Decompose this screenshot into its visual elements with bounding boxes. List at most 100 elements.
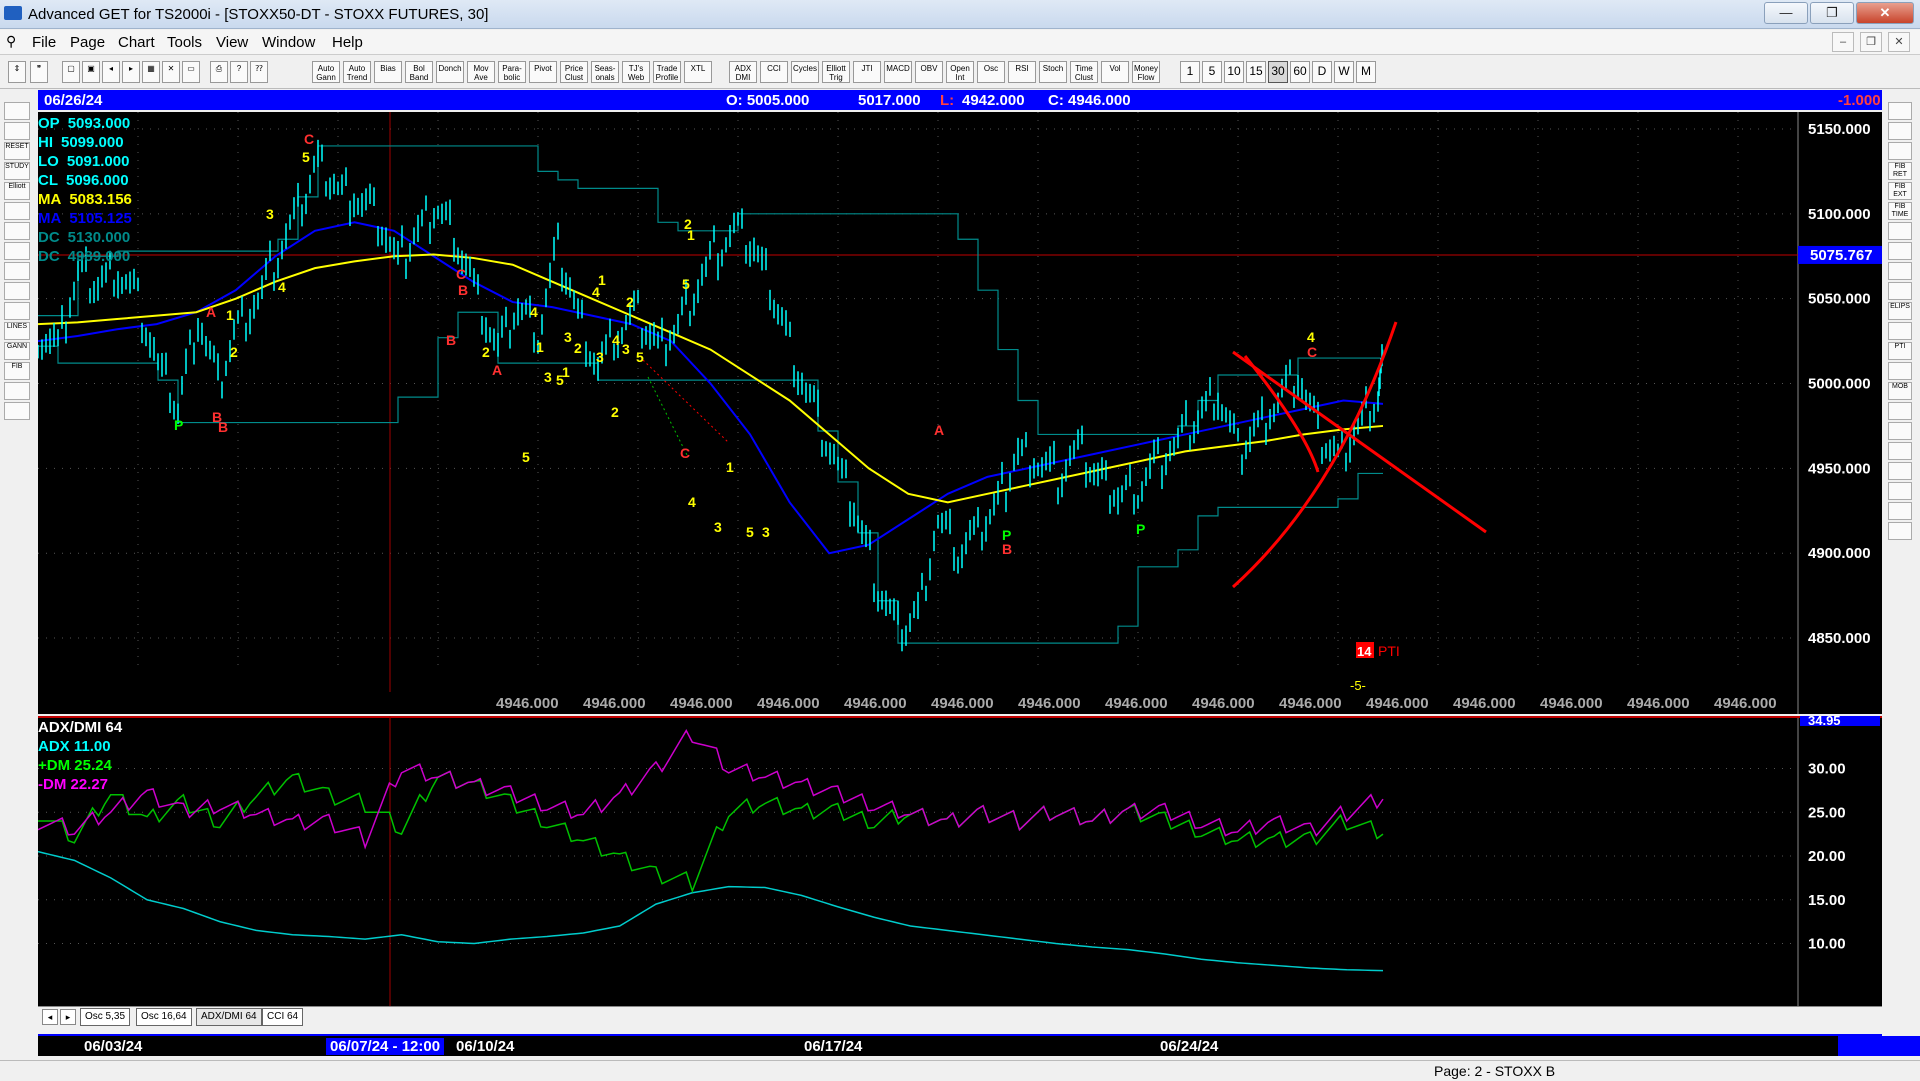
mdi-minimize-button[interactable]: – (1832, 32, 1854, 52)
drawing-tool-button[interactable]: Elliott (4, 182, 30, 200)
close-button[interactable]: ✕ (1856, 2, 1914, 24)
indicator-tab[interactable]: ADX/DMI 64 (196, 1008, 262, 1026)
analysis-tool-button[interactable] (1888, 442, 1912, 460)
adx-dmi-panel[interactable]: 30.00 25.00 20.00 15.00 10.00 34.95 ADX/DMI 64… (38, 716, 1882, 1006)
drawing-tool-button[interactable] (4, 122, 30, 140)
mdi-restore-button[interactable]: ❐ (1860, 32, 1882, 52)
indicator-tab[interactable]: Osc 5,35 (80, 1008, 131, 1026)
study-button[interactable]: Donch (436, 61, 464, 83)
document-icon[interactable]: ⚲ (6, 33, 20, 49)
info-icon[interactable]: ? (230, 61, 248, 83)
study-button[interactable]: Auto Gann (312, 61, 340, 83)
indicator-button[interactable]: Time Clust (1070, 61, 1098, 83)
indicator-button[interactable]: OBV (915, 61, 943, 83)
print-icon[interactable]: ⎙ (210, 61, 228, 83)
menu-tools[interactable]: Tools (167, 34, 202, 51)
tab-scroll-left-icon[interactable]: ◂ (42, 1009, 58, 1025)
indicator-button[interactable]: Cycles (791, 61, 819, 83)
frame-icon[interactable]: ▭ (182, 61, 200, 83)
back-icon[interactable]: ◂ (102, 61, 120, 83)
menu-view[interactable]: View (216, 34, 248, 51)
drawing-tool-button[interactable] (4, 262, 30, 280)
analysis-tool-button[interactable]: PTI (1888, 342, 1912, 360)
adx-dmi-canvas[interactable]: 30.00 25.00 20.00 15.00 10.00 34.95 ADX/DMI 64… (38, 716, 1882, 1006)
analysis-tool-button[interactable] (1888, 102, 1912, 120)
analysis-tool-button[interactable] (1888, 282, 1912, 300)
study-button[interactable]: XTL (684, 61, 712, 83)
analysis-tool-button[interactable] (1888, 122, 1912, 140)
analysis-tool-button[interactable]: FIB RET (1888, 162, 1912, 180)
analysis-tool-button[interactable] (1888, 262, 1912, 280)
indicator-button[interactable]: JTI (853, 61, 881, 83)
price-chart[interactable]: 5150.000 5100.000 5050.000 5000.000 4950.000… (38, 112, 1882, 714)
period-button[interactable]: 60 (1290, 61, 1310, 83)
indicator-button[interactable]: Stoch (1039, 61, 1067, 83)
drawing-tool-button[interactable]: LINES (4, 322, 30, 340)
analysis-tool-button[interactable]: ELIPS (1888, 302, 1912, 320)
delete-icon[interactable]: ✕ (162, 61, 180, 83)
cursor-icon[interactable]: ⇕ (8, 61, 26, 83)
indicator-button[interactable]: Money Flow (1132, 61, 1160, 83)
analysis-tool-button[interactable] (1888, 362, 1912, 380)
study-button[interactable]: Seas-onals (591, 61, 619, 83)
drawing-tool-button[interactable] (4, 202, 30, 220)
indicator-button[interactable]: CCI (760, 61, 788, 83)
analysis-tool-button[interactable] (1888, 142, 1912, 160)
period-button[interactable]: 10 (1224, 61, 1244, 83)
analysis-tool-button[interactable] (1888, 482, 1912, 500)
indicator-tab[interactable]: CCI 64 (262, 1008, 304, 1026)
indicator-button[interactable]: Vol (1101, 61, 1129, 83)
indicator-button[interactable]: Open Int (946, 61, 974, 83)
indicator-button[interactable]: Elliott Trig (822, 61, 850, 83)
drawing-tool-button[interactable] (4, 102, 30, 120)
indicator-button[interactable]: MACD (884, 61, 912, 83)
maximize-button[interactable]: ❐ (1810, 2, 1854, 24)
new-page-icon[interactable]: ▢ (62, 61, 80, 83)
analysis-tool-button[interactable]: FIB TIME (1888, 202, 1912, 220)
period-button[interactable]: 5 (1202, 61, 1222, 83)
copy-icon[interactable]: ▣ (82, 61, 100, 83)
tab-scroll-right-icon[interactable]: ▸ (60, 1009, 76, 1025)
drawing-tool-button[interactable] (4, 382, 30, 400)
minimize-button[interactable]: — (1764, 2, 1808, 24)
analysis-tool-button[interactable] (1888, 462, 1912, 480)
drawing-tool-button[interactable]: FIB (4, 362, 30, 380)
analysis-tool-button[interactable] (1888, 222, 1912, 240)
period-button[interactable]: 15 (1246, 61, 1266, 83)
drawing-tool-button[interactable] (4, 402, 30, 420)
drawing-tool-button[interactable]: GANN (4, 342, 30, 360)
study-button[interactable]: Para-bolic (498, 61, 526, 83)
study-button[interactable]: Bias (374, 61, 402, 83)
analysis-tool-button[interactable] (1888, 502, 1912, 520)
study-button[interactable]: Price Clust (560, 61, 588, 83)
drawing-tool-button[interactable]: STUDY (4, 162, 30, 180)
analysis-tool-button[interactable] (1888, 422, 1912, 440)
study-button[interactable]: Trade Profile (653, 61, 681, 83)
drawing-tool-button[interactable]: RESET (4, 142, 30, 160)
menu-chart[interactable]: Chart (118, 34, 155, 51)
menu-page[interactable]: Page (70, 34, 105, 51)
study-button[interactable]: Bol Band (405, 61, 433, 83)
quote-icon[interactable]: ❞ (30, 61, 48, 83)
period-button[interactable]: W (1334, 61, 1354, 83)
period-button[interactable]: D (1312, 61, 1332, 83)
analysis-tool-button[interactable]: MOB (1888, 382, 1912, 400)
study-button[interactable]: Pivot (529, 61, 557, 83)
forward-icon[interactable]: ▸ (122, 61, 140, 83)
indicator-button[interactable]: RSI (1008, 61, 1036, 83)
period-button[interactable]: 30 (1268, 61, 1288, 83)
analysis-tool-button[interactable] (1888, 322, 1912, 340)
study-button[interactable]: Auto Trend (343, 61, 371, 83)
menu-help[interactable]: Help (332, 34, 363, 51)
indicator-button[interactable]: Osc (977, 61, 1005, 83)
drawing-tool-button[interactable] (4, 282, 30, 300)
drawing-tool-button[interactable] (4, 302, 30, 320)
study-button[interactable]: TJ's Web (622, 61, 650, 83)
indicator-tab[interactable]: Osc 16,64 (136, 1008, 192, 1026)
grid-icon[interactable]: ▦ (142, 61, 160, 83)
period-button[interactable]: 1 (1180, 61, 1200, 83)
mdi-close-button[interactable]: ✕ (1888, 32, 1910, 52)
study-button[interactable]: Mov Ave (467, 61, 495, 83)
help-icon[interactable]: ⁇ (250, 61, 268, 83)
indicator-button[interactable]: ADX DMI (729, 61, 757, 83)
